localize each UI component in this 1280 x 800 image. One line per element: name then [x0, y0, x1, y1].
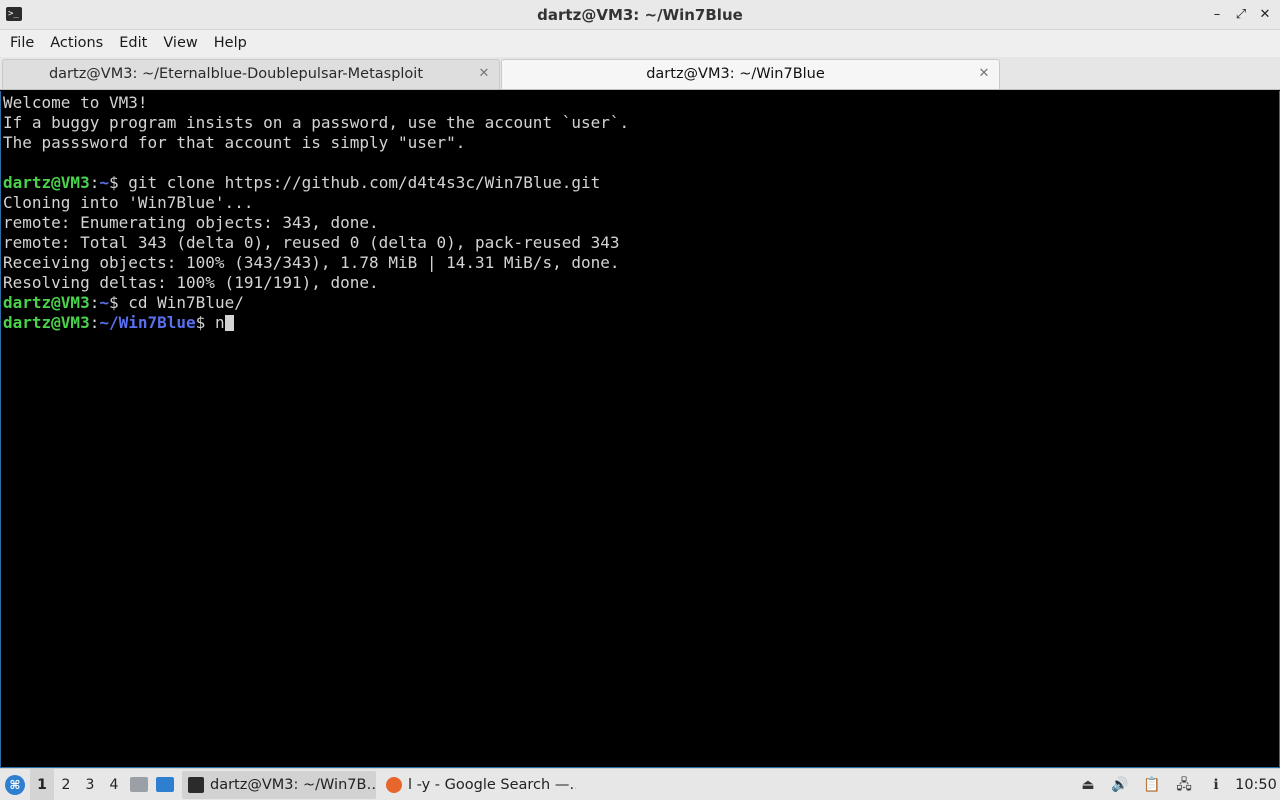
prompt-user: dartz@VM3	[3, 293, 90, 312]
window-title: dartz@VM3: ~/Win7Blue	[537, 6, 743, 24]
system-tray: ⏏ 🔊 📋 🖧 ℹ 10:50	[1072, 769, 1280, 800]
terminal-line: If a buggy program insists on a password…	[3, 113, 630, 132]
command-text: $ git clone https://github.com/d4t4s3c/W…	[108, 173, 601, 192]
text-cursor	[224, 315, 234, 331]
restore-button[interactable]: ⤢	[1234, 8, 1248, 22]
window-titlebar[interactable]: >_ dartz@VM3: ~/Win7Blue – ⤢ ✕	[0, 0, 1280, 30]
terminal-line: The passsword for that account is simply…	[3, 133, 466, 152]
close-button[interactable]: ✕	[1258, 8, 1272, 22]
taskbar: ⌘ 1 2 3 4 dartz@VM3: ~/Win7B… l -y - Goo…	[0, 768, 1280, 800]
command-text: $ cd Win7Blue/	[108, 293, 244, 312]
clock[interactable]: 10:50	[1232, 777, 1280, 793]
task-firefox[interactable]: l -y - Google Search —…	[380, 771, 576, 799]
terminal-line: Resolving deltas: 100% (191/191), done.	[3, 273, 379, 292]
lxqt-logo-icon: ⌘	[5, 774, 25, 795]
firefox-icon	[386, 776, 402, 793]
show-desktop-button[interactable]	[152, 769, 178, 800]
prompt-user: dartz@VM3	[3, 173, 90, 192]
prompt-path: ~	[99, 293, 109, 312]
terminal-line-current[interactable]: dartz@VM3:~/Win7Blue$ n	[3, 313, 1279, 333]
task-label: dartz@VM3: ~/Win7B…	[210, 776, 376, 793]
terminal-line: Welcome to VM3!	[3, 93, 148, 112]
terminal-line: Cloning into 'Win7Blue'...	[3, 193, 254, 212]
close-icon[interactable]: ✕	[477, 67, 491, 81]
clipboard-icon[interactable]: 📋	[1142, 775, 1162, 795]
tab-label: dartz@VM3: ~/Win7Blue	[646, 66, 825, 82]
terminal-icon	[188, 776, 204, 793]
prompt-path: ~/Win7Blue	[99, 313, 196, 332]
tab-eternalblue[interactable]: dartz@VM3: ~/Eternalblue-Doublepulsar-Me…	[2, 59, 500, 89]
workspace-2[interactable]: 2	[54, 769, 78, 800]
workspace-4[interactable]: 4	[102, 769, 126, 800]
file-manager-launcher[interactable]	[126, 769, 152, 800]
tab-win7blue[interactable]: dartz@VM3: ~/Win7Blue ✕	[501, 59, 1000, 89]
prompt-colon: :	[89, 293, 100, 312]
terminal-line: Receiving objects: 100% (343/343), 1.78 …	[3, 253, 620, 272]
menu-file[interactable]: File	[2, 30, 42, 57]
terminal-line: remote: Total 343 (delta 0), reused 0 (d…	[3, 233, 620, 252]
network-icon[interactable]: 🖧	[1174, 775, 1194, 795]
menu-bar: File Actions Edit View Help	[0, 30, 1280, 57]
workspace-1[interactable]: 1	[30, 768, 54, 800]
tab-label: dartz@VM3: ~/Eternalblue-Doublepulsar-Me…	[48, 66, 424, 82]
minimize-button[interactable]: –	[1210, 8, 1224, 22]
eject-icon[interactable]: ⏏	[1078, 775, 1098, 795]
volume-icon[interactable]: 🔊	[1110, 775, 1130, 795]
menu-help[interactable]: Help	[206, 30, 255, 57]
close-icon[interactable]: ✕	[977, 67, 991, 81]
terminal-line: dartz@VM3:~$ git clone https://github.co…	[3, 173, 1279, 193]
prompt-user: dartz@VM3	[3, 313, 90, 332]
prompt-colon: :	[89, 313, 100, 332]
prompt-colon: :	[89, 173, 100, 192]
window-controls: – ⤢ ✕	[1210, 0, 1272, 30]
menu-edit[interactable]: Edit	[111, 30, 155, 57]
menu-view[interactable]: View	[155, 30, 205, 57]
task-label: l -y - Google Search —…	[408, 776, 576, 793]
prompt-path: ~	[99, 173, 109, 192]
folder-icon	[130, 777, 148, 792]
desktop-icon	[156, 777, 174, 792]
start-menu-button[interactable]: ⌘	[0, 769, 30, 800]
command-input[interactable]: $ n	[196, 313, 225, 332]
tab-bar: dartz@VM3: ~/Eternalblue-Doublepulsar-Me…	[0, 57, 1280, 90]
menu-actions[interactable]: Actions	[42, 30, 111, 57]
terminal-line: remote: Enumerating objects: 343, done.	[3, 213, 379, 232]
workspace-3[interactable]: 3	[78, 769, 102, 800]
update-icon[interactable]: ℹ	[1206, 775, 1226, 795]
terminal-line: dartz@VM3:~$ cd Win7Blue/	[3, 293, 1279, 313]
terminal-output[interactable]: Welcome to VM3! If a buggy program insis…	[0, 91, 1280, 768]
task-terminal[interactable]: dartz@VM3: ~/Win7B…	[182, 770, 376, 799]
